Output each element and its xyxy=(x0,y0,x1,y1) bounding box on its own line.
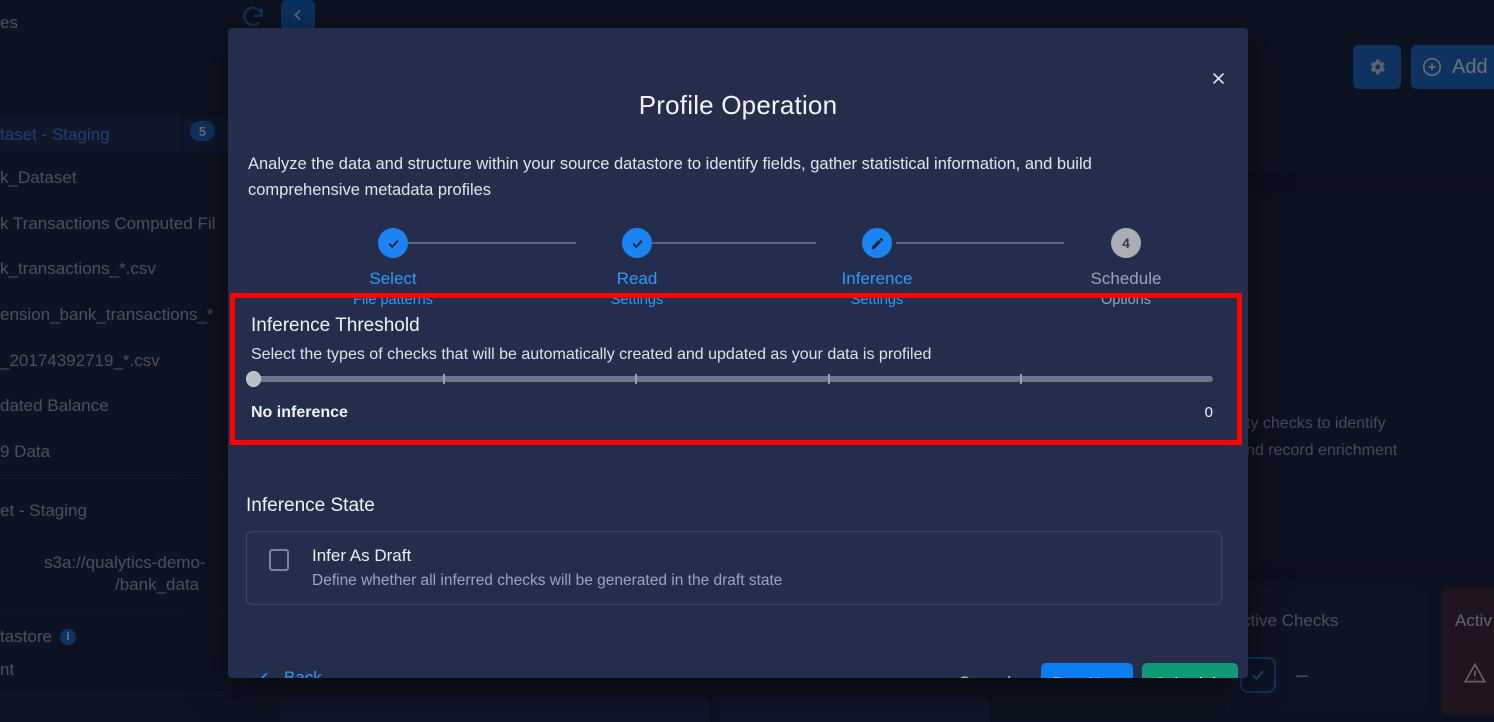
inference-state-heading: Inference State xyxy=(246,495,375,516)
stepper-step-label: Inference xyxy=(841,269,913,288)
slider-value: 0 xyxy=(1204,404,1213,421)
infer-as-draft-checkbox[interactable] xyxy=(269,549,289,571)
slider-tick xyxy=(443,374,445,384)
section-heading: Inference Threshold xyxy=(251,315,420,336)
check-icon xyxy=(622,228,652,258)
slider-tick xyxy=(635,374,637,384)
stepper-step-label: Select xyxy=(369,269,417,288)
stepper-step-label: Read xyxy=(616,269,658,288)
back-button[interactable]: Back xyxy=(258,668,322,678)
profile-operation-modal: Profile Operation Analyze the data and s… xyxy=(228,28,1248,678)
infer-as-draft-card[interactable]: Infer As Draft Define whether all inferr… xyxy=(246,531,1222,605)
infer-as-draft-description: Define whether all inferred checks will … xyxy=(312,572,783,589)
slider-tick xyxy=(828,374,830,384)
infer-as-draft-label: Infer As Draft xyxy=(312,546,412,565)
step-number: 4 xyxy=(1111,228,1141,258)
slider-thumb[interactable] xyxy=(246,371,261,387)
stepper-step-label: Schedule xyxy=(1090,269,1162,288)
screen-root: es taset - Staging 5 k_Dataset k Transac… xyxy=(0,0,1494,722)
slider-state-label: No inference xyxy=(251,404,348,421)
back-button-label: Back xyxy=(284,668,322,678)
slider-track[interactable] xyxy=(251,376,1213,382)
chevron-left-icon xyxy=(258,669,272,678)
schedule-button[interactable]: Schedule xyxy=(1142,663,1238,678)
pencil-icon xyxy=(862,228,892,258)
run-now-button[interactable]: Run Now xyxy=(1041,663,1133,678)
section-subheading: Select the types of checks that will be … xyxy=(251,346,932,363)
slider-tick xyxy=(1020,374,1022,384)
cancel-button[interactable]: Cancel xyxy=(958,673,1011,678)
check-icon xyxy=(378,228,408,258)
page-title: Profile Operation xyxy=(638,90,838,120)
modal-description: Analyze the data and structure within yo… xyxy=(248,155,1092,199)
inference-threshold-section: Inference Threshold Select the types of … xyxy=(230,293,1242,445)
